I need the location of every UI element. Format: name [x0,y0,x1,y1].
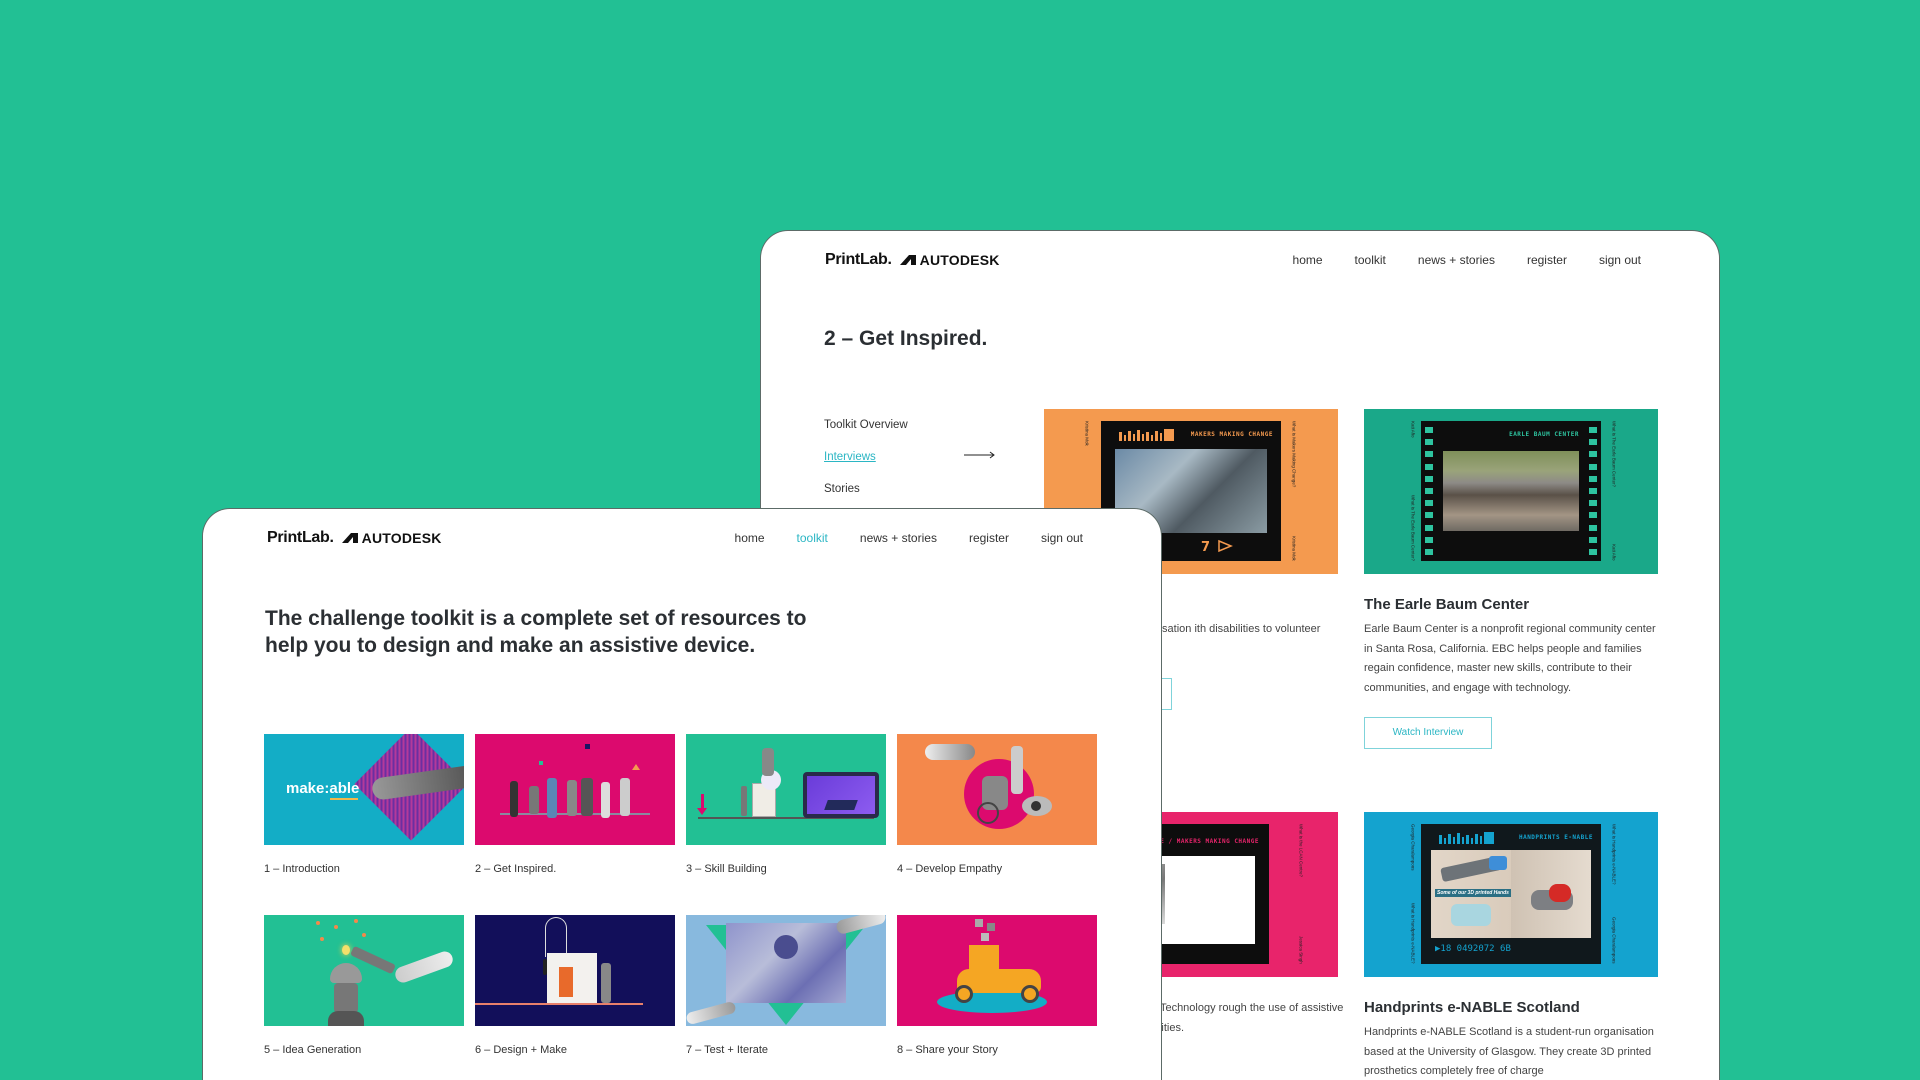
watch-interview-button[interactable]: Watch Interview [1364,717,1492,749]
module-image[interactable] [686,734,886,845]
module-tile[interactable]: 5 – Idea Generation [264,915,464,1056]
module-label: 2 – Get Inspired. [475,863,557,875]
interview-photo: Some of our 3D printed Hands [1431,850,1591,938]
interview-title: The Earle Baum Center [1364,596,1530,613]
subnav-interviews[interactable]: Interviews [824,451,1004,464]
module-image[interactable]: make:able [264,734,464,845]
thumbnail-side-caption: What is The Earle Baum Center? Kati Afio [1611,421,1617,561]
module-label: 6 – Design + Make [475,1044,568,1056]
module-tile[interactable]: 4 – Develop Empathy [897,734,1097,875]
autodesk-wordmark: AUTODESK [919,252,1000,268]
module-image[interactable] [686,915,886,1026]
nav-news-stories[interactable]: news + stories [860,531,937,545]
interview-card: Kati Afio What is The Earle Baum Center? … [1364,409,1658,749]
main-nav: home toolkit news + stories register sig… [735,531,1083,545]
module-tile[interactable]: 8 – Share your Story [897,915,1097,1056]
module-tile[interactable]: 7 – Test + Iterate [686,915,886,1056]
site-header: PrintLab. AUTODESK home toolkit news + s… [203,509,1161,569]
interview-description: Earle Baum Center is a nonprofit regiona… [1364,623,1656,694]
autodesk-logo: AUTODESK [899,252,1000,268]
makeable-logo: make:able [286,780,360,797]
thumbnail-side-caption: What is Makers Making Change? Kristina Mo… [1291,421,1297,561]
thumbnail-side-caption: Georgia Charalampous What is Handprints e… [1410,824,1416,964]
thumbnail-counter: ▶18 0492072 6B [1435,944,1511,954]
nav-news-stories[interactable]: news + stories [1418,253,1495,267]
nav-home[interactable]: home [735,531,765,545]
interview-card: Georgia Charalampous What is Handprints e… [1364,812,1658,1080]
thumbnail-side-caption: What is the LCAN Centre? Jessica Singh [1298,824,1304,964]
interview-photo [1443,451,1579,531]
module-label: 5 – Idea Generation [264,1044,362,1056]
module-label: 7 – Test + Iterate [686,1044,769,1056]
autodesk-logo: AUTODESK [341,530,442,546]
thumbnail-tag: EARLE BAUM CENTER [1509,431,1579,438]
module-label: 1 – Introduction [264,863,340,875]
logo[interactable]: PrintLab. AUTODESK [825,251,1000,269]
module-tile[interactable]: 2 – Get Inspired. [475,734,675,875]
module-tile[interactable]: 3 – Skill Building [686,734,886,875]
nav-sign-out[interactable]: sign out [1041,531,1083,545]
nav-home[interactable]: home [1293,253,1323,267]
main-nav: home toolkit news + stories register sig… [1293,253,1641,267]
nav-toolkit[interactable]: toolkit [797,531,828,545]
module-image[interactable] [264,915,464,1026]
interview-title: Handprints e-NABLE Scotland [1364,999,1580,1016]
module-image[interactable] [897,734,1097,845]
play-icon: 7 [1201,539,1233,553]
logo[interactable]: PrintLab. AUTODESK [267,529,442,547]
printlab-logo: PrintLab. [267,529,334,546]
module-image[interactable] [475,915,675,1026]
svg-text:7: 7 [1201,540,1210,553]
subnav-stories[interactable]: Stories [824,483,1004,496]
site-header: PrintLab. AUTODESK home toolkit news + s… [761,231,1719,291]
toolkit-page-window: PrintLab. AUTODESK home toolkit news + s… [202,508,1162,1080]
arrow-right-icon [964,451,995,459]
thumbnail-tag: MAKERS MAKING CHANGE [1190,431,1273,438]
film-frame: EARLE BAUM CENTER [1421,421,1601,561]
module-image[interactable] [475,734,675,845]
nav-register[interactable]: register [1527,253,1567,267]
nav-toolkit[interactable]: toolkit [1355,253,1386,267]
printlab-logo: PrintLab. [825,251,892,268]
thumbnail-side-caption: What is Handprints e-NABLE? Georgia Chara… [1611,824,1617,964]
module-tile[interactable]: make:able 1 – Introduction [264,734,464,875]
interview-video-thumbnail[interactable]: Georgia Charalampous What is Handprints e… [1364,812,1658,977]
film-perforations [1589,427,1597,555]
thumbnail-tag: HANDPRINTS E-NABLE [1518,834,1593,841]
subnav-interviews-label: Interviews [824,451,876,463]
interview-description: Handprints e-NABLE Scotland is a student… [1364,1026,1654,1077]
module-label: 3 – Skill Building [686,863,767,875]
module-label: 8 – Share your Story [897,1044,998,1056]
film-frame: HANDPRINTS E-NABLE Some of our 3D printe… [1421,824,1601,964]
nav-register[interactable]: register [969,531,1009,545]
barcode-graphic [1119,429,1174,441]
subnav-toolkit-overview[interactable]: Toolkit Overview [824,419,1004,432]
section-subnav: Toolkit Overview Interviews Stories [824,419,1004,515]
page-title: 2 – Get Inspired. [824,327,988,350]
toolkit-intro-heading: The challenge toolkit is a complete set … [265,607,807,657]
autodesk-wordmark: AUTODESK [361,530,442,546]
module-label: 4 – Develop Empathy [897,863,1003,875]
autodesk-mark-icon [899,255,916,265]
barcode-graphic [1439,832,1494,844]
module-tile[interactable]: 6 – Design + Make [475,915,675,1056]
autodesk-mark-icon [341,533,358,543]
thumbnail-side-caption: Kati Afio What is The Earle Baum Center? [1410,421,1416,561]
module-image[interactable] [897,915,1097,1026]
thumbnail-caption: Some of our 3D printed Hands [1435,889,1511,897]
nav-sign-out[interactable]: sign out [1599,253,1641,267]
interview-video-thumbnail[interactable]: Kati Afio What is The Earle Baum Center? … [1364,409,1658,574]
film-perforations [1425,427,1433,555]
